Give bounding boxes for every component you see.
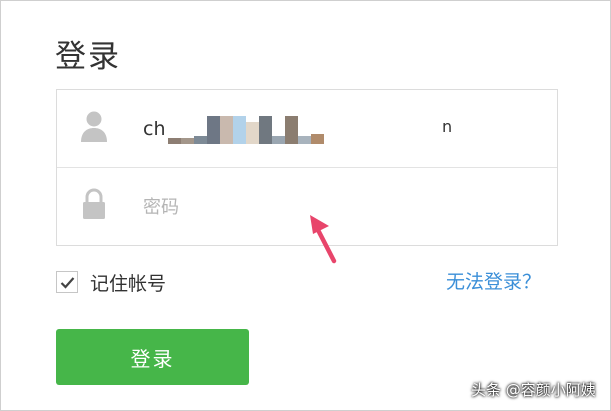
cannot-login-link[interactable]: 无法登录？ bbox=[446, 269, 541, 295]
username-field[interactable]: ch n bbox=[57, 90, 557, 167]
password-placeholder: 密码 bbox=[143, 197, 179, 218]
page-title: 登录 bbox=[55, 39, 121, 75]
username-prefix: ch bbox=[143, 118, 166, 140]
username-redacted-mosaic bbox=[168, 112, 324, 144]
login-button[interactable]: 登录 bbox=[56, 329, 249, 385]
remember-account-row[interactable]: 记住帐号 bbox=[56, 269, 166, 295]
username-suffix: n bbox=[442, 117, 453, 136]
user-icon bbox=[81, 111, 107, 142]
checkmark-icon bbox=[60, 276, 74, 289]
watermark: 头条 @容颜小阿姨 bbox=[471, 381, 596, 399]
arrow-annotation-icon bbox=[310, 215, 337, 264]
lock-icon bbox=[83, 188, 105, 219]
remember-checkbox[interactable] bbox=[56, 271, 78, 293]
login-panel: 登录 ch n 密码 记住帐号 无法登录？ 登录 头条 @容颜小阿姨 bbox=[0, 0, 611, 411]
remember-label: 记住帐号 bbox=[90, 272, 167, 295]
